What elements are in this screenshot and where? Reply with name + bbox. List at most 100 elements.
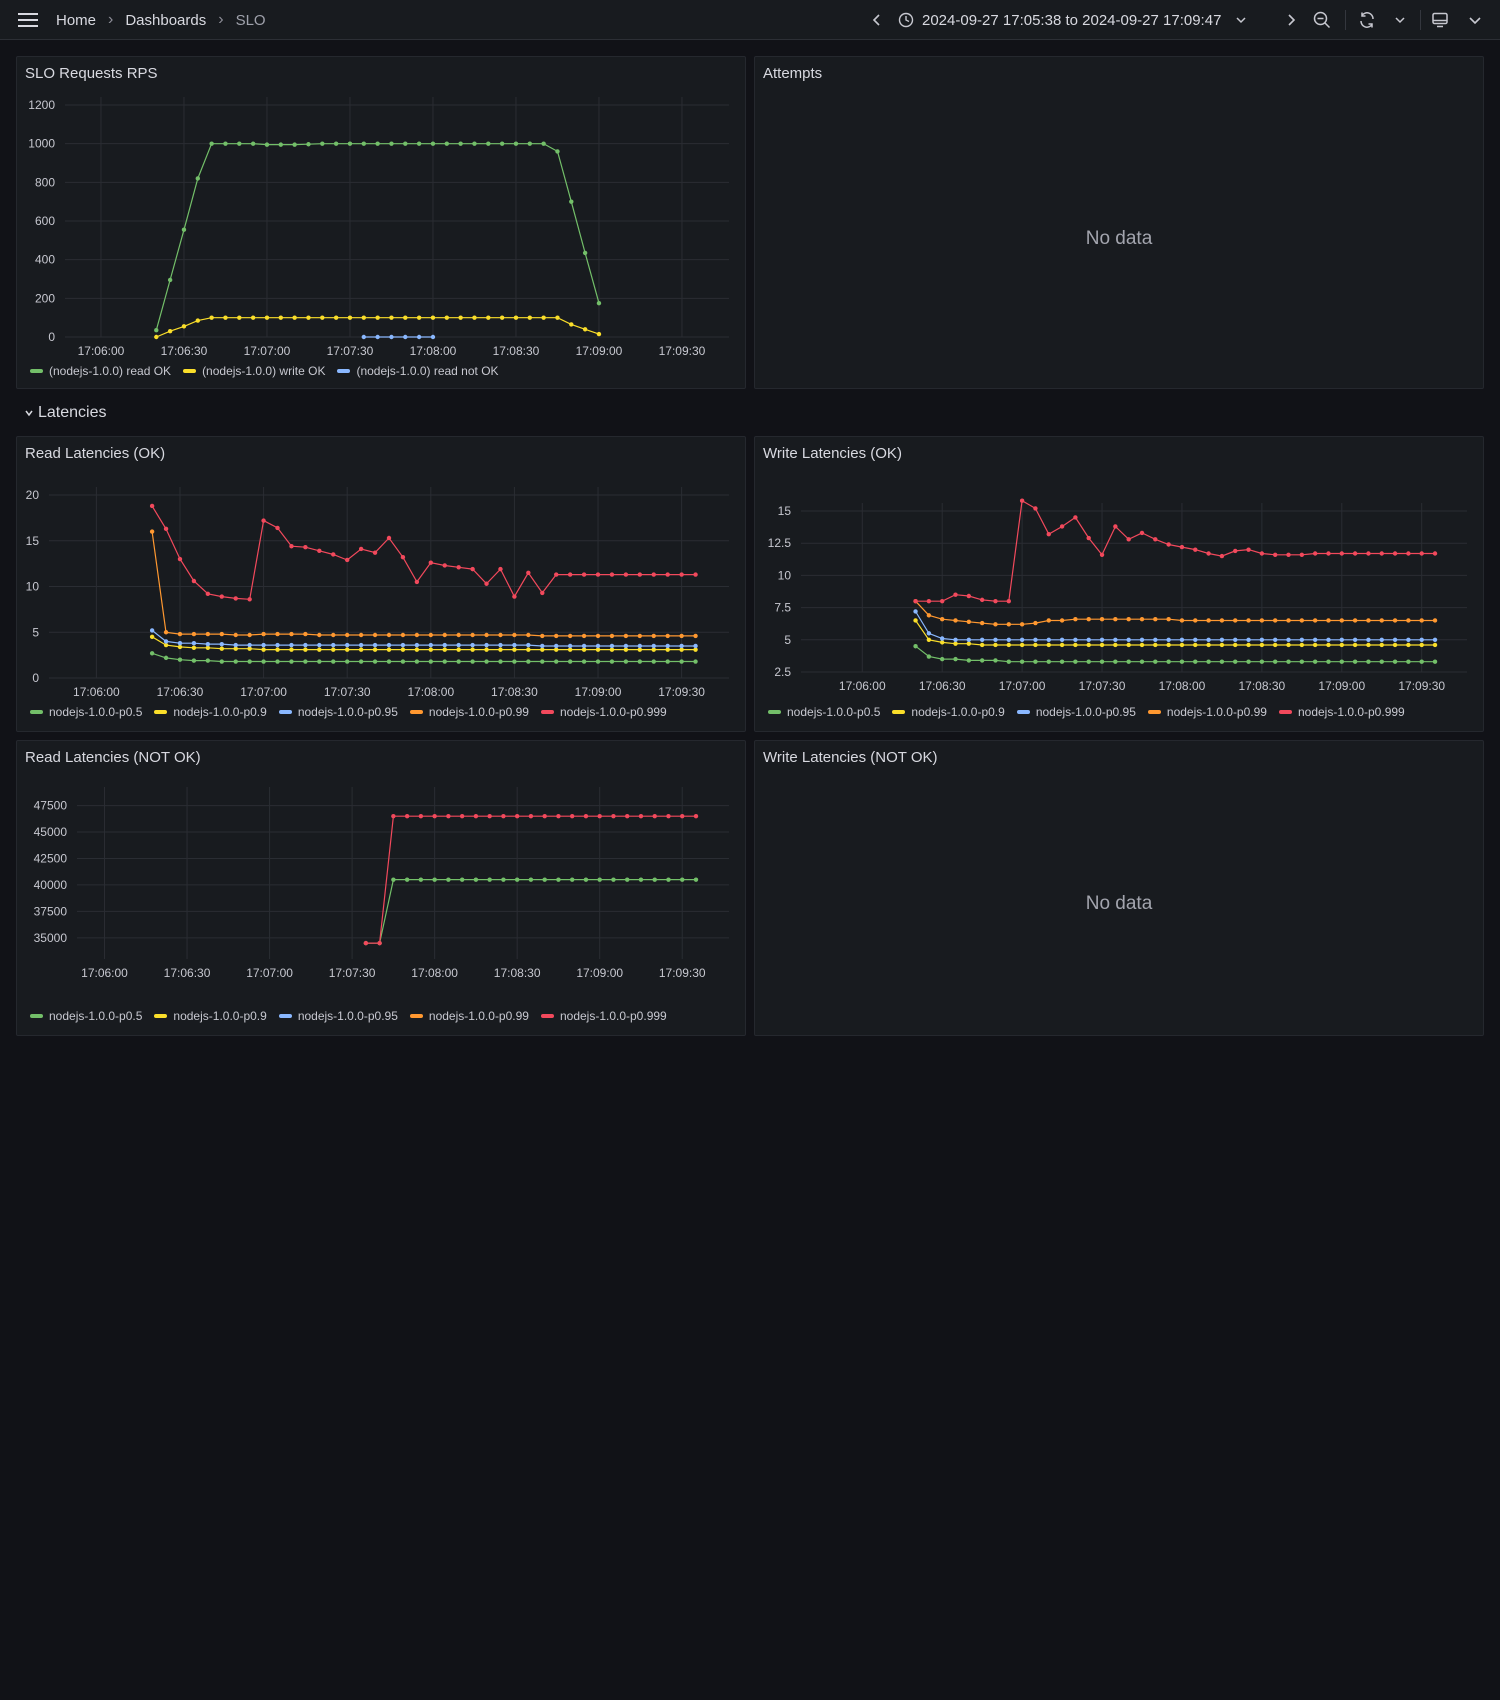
data-point-nodejs-1-0-0-p0-999 bbox=[261, 518, 266, 523]
data-point-nodejs-1-0-0-p0-9 bbox=[953, 641, 958, 646]
data-point-nodejs-1-0-0-p0-95 bbox=[1126, 637, 1131, 642]
data-point-nodejs-1-0-0-p0-95 bbox=[1366, 637, 1371, 642]
legend-item-nodejs-1-0-0-p0-99[interactable]: nodejs-1.0.0-p0.99 bbox=[409, 705, 529, 719]
legend-swatch bbox=[540, 710, 554, 714]
legend-item-nodejs-1-0-0-p0-5[interactable]: nodejs-1.0.0-p0.5 bbox=[30, 705, 142, 719]
data-point-nodejs-1-0-0-p0-999 bbox=[344, 557, 350, 563]
panel-slo-requests-rps: SLO Requests RPS 0 200 400 600 800 1000 1200 17… bbox=[16, 56, 746, 389]
divider bbox=[1345, 10, 1346, 30]
data-point-nodejs-1-0-0-p0-99 bbox=[595, 633, 601, 639]
view-mode-button[interactable] bbox=[1431, 0, 1449, 40]
time-range-forward-button[interactable] bbox=[1284, 0, 1298, 40]
data-point-nodejs-1-0-0-p0-99 bbox=[1166, 616, 1171, 622]
data-point-nodejs-1-0-0-p0-5 bbox=[1019, 659, 1025, 664]
data-point-nodejs-1-0-0-p0-99 bbox=[1139, 616, 1145, 622]
data-point-nodejs-1-0-0-p0-99 bbox=[149, 529, 155, 534]
panel-title[interactable]: Attempts bbox=[763, 65, 822, 82]
data-point-nodejs-1-0-0-read-not-ok bbox=[361, 334, 366, 340]
data-point-nodejs-1-0-0-p0-999 bbox=[979, 597, 985, 603]
legend: nodejs-1.0.0-p0.5 nodejs-1.0.0-p0.9 nodejs… bbox=[30, 1009, 667, 1023]
panel-title[interactable]: Write Latencies (NOT OK) bbox=[763, 749, 938, 766]
breadcrumb-home[interactable]: Home bbox=[56, 12, 96, 29]
time-range-picker[interactable]: 2024-09-27 17:05:38 to 2024-09-27 17:09:… bbox=[898, 0, 1247, 40]
legend-item-nodejs-1-0-0-p0-95[interactable]: nodejs-1.0.0-p0.95 bbox=[1016, 705, 1136, 719]
data-point-nodejs-1-0-0-p0-5 bbox=[1113, 659, 1118, 664]
data-point-nodejs-1-0-0-p0-99 bbox=[1006, 622, 1011, 627]
data-point-nodejs-1-0-0-p0-5 bbox=[303, 659, 308, 664]
data-point-nodejs-1-0-0-p0-99 bbox=[1246, 618, 1251, 623]
data-point-nodejs-1-0-0-p0-95 bbox=[512, 642, 517, 648]
data-point-nodejs-1-0-0-p0-95 bbox=[303, 642, 308, 648]
data-point-nodejs-1-0-0-p0-5 bbox=[979, 658, 985, 663]
legend-item-nodejs-1-0-0-p0-95[interactable]: nodejs-1.0.0-p0.95 bbox=[278, 705, 398, 719]
y-tick-label: 5 bbox=[32, 625, 39, 639]
legend-item-nodejs-1-0-0-write-ok[interactable]: (nodejs-1.0.0) write OK bbox=[183, 364, 325, 378]
zoom-out-button[interactable] bbox=[1313, 0, 1331, 40]
view-mode-dropdown[interactable] bbox=[1468, 0, 1482, 40]
breadcrumb-dashboards[interactable]: Dashboards bbox=[125, 12, 206, 29]
data-point-nodejs-1-0-0-p0-9 bbox=[191, 645, 197, 651]
legend-item-nodejs-1-0-0-p0-99[interactable]: nodejs-1.0.0-p0.99 bbox=[1147, 705, 1267, 719]
legend-swatch bbox=[540, 1014, 554, 1018]
refresh-button[interactable] bbox=[1358, 0, 1376, 40]
data-point-nodejs-1-0-0-p0-9 bbox=[428, 647, 434, 652]
legend-item-nodejs-1-0-0-p0-999[interactable]: nodejs-1.0.0-p0.999 bbox=[540, 1009, 667, 1023]
legend-item-nodejs-1-0-0-p0-9[interactable]: nodejs-1.0.0-p0.9 bbox=[154, 705, 267, 719]
legend-item-nodejs-1-0-0-p0-9[interactable]: nodejs-1.0.0-p0.9 bbox=[892, 705, 1005, 719]
data-point-nodejs-1-0-0-p0-5 bbox=[1419, 659, 1424, 664]
data-point-nodejs-1-0-0-p0-5 bbox=[205, 658, 211, 663]
legend-item-nodejs-1-0-0-p0-999[interactable]: nodejs-1.0.0-p0.999 bbox=[1278, 705, 1405, 719]
data-point-nodejs-1-0-0-p0-5 bbox=[149, 651, 155, 656]
data-point-nodejs-1-0-0-p0-95 bbox=[665, 643, 670, 649]
legend-item-nodejs-1-0-0-p0-95[interactable]: nodejs-1.0.0-p0.95 bbox=[278, 1009, 398, 1023]
data-point-nodejs-1-0-0-p0-999 bbox=[303, 544, 308, 550]
data-point-nodejs-1-0-0-p0-99 bbox=[623, 633, 629, 639]
data-point-nodejs-1-0-0-p0-5 bbox=[1179, 659, 1185, 664]
data-point-nodejs-1-0-0-p0-99 bbox=[609, 633, 615, 639]
data-point-nodejs-1-0-0-p0-5 bbox=[1352, 659, 1358, 664]
legend-item-nodejs-1-0-0-read-not-ok[interactable]: (nodejs-1.0.0) read not OK bbox=[337, 364, 499, 378]
data-point-nodejs-1-0-0-p0-999 bbox=[1233, 548, 1238, 554]
chart-read-latencies-not-ok: 35000 37500 40000 42500 45000 47500 17:06:00 17… bbox=[34, 787, 729, 980]
data-point-nodejs-1-0-0-write-ok bbox=[403, 315, 408, 320]
data-point-nodejs-1-0-0-p0-95 bbox=[1419, 637, 1424, 642]
data-point-nodejs-1-0-0-p0-99 bbox=[414, 632, 420, 638]
legend-item-nodejs-1-0-0-p0-999[interactable]: nodejs-1.0.0-p0.999 bbox=[540, 705, 667, 719]
y-tick-label: 35000 bbox=[34, 931, 68, 945]
refresh-interval-button[interactable] bbox=[1394, 0, 1406, 40]
legend-item-nodejs-1-0-0-p0-5[interactable]: nodejs-1.0.0-p0.5 bbox=[30, 1009, 142, 1023]
data-point-nodejs-1-0-0-p0-5 bbox=[693, 659, 698, 664]
y-tick-label: 1200 bbox=[28, 98, 55, 112]
data-point-nodejs-1-0-0-p0-95 bbox=[1086, 637, 1091, 642]
data-point-nodejs-1-0-0-p0-999 bbox=[1339, 551, 1344, 556]
row-header-latencies[interactable]: Latencies bbox=[24, 402, 107, 424]
data-point-nodejs-1-0-0-p0-5 bbox=[665, 659, 670, 664]
data-point-nodejs-1-0-0-p0-9 bbox=[1312, 642, 1318, 648]
legend-swatch bbox=[278, 710, 292, 714]
data-point-nodejs-1-0-0-p0-999 bbox=[581, 572, 587, 577]
data-point-nodejs-1-0-0-p0-95 bbox=[1099, 637, 1105, 642]
data-point-nodejs-1-0-0-p0-95 bbox=[1219, 637, 1225, 642]
time-range-back-button[interactable] bbox=[870, 0, 884, 40]
data-point-nodejs-1-0-0-p0-5 bbox=[1006, 659, 1011, 664]
data-point-nodejs-1-0-0-p0-5 bbox=[1046, 659, 1051, 664]
data-point-nodejs-1-0-0-p0-999 bbox=[1392, 551, 1398, 556]
data-point-nodejs-1-0-0-p0-95 bbox=[344, 642, 350, 648]
data-point-nodejs-1-0-0-p0-5 bbox=[233, 659, 238, 664]
data-point-nodejs-1-0-0-p0-5 bbox=[966, 658, 972, 663]
data-point-nodejs-1-0-0-p0-99 bbox=[1126, 616, 1131, 622]
data-point-nodejs-1-0-0-p0-5 bbox=[400, 659, 406, 664]
data-point-nodejs-1-0-0-p0-99 bbox=[512, 632, 517, 638]
legend-item-nodejs-1-0-0-p0-99[interactable]: nodejs-1.0.0-p0.99 bbox=[409, 1009, 529, 1023]
menu-button[interactable] bbox=[18, 0, 38, 40]
data-point-nodejs-1-0-0-p0-99 bbox=[498, 632, 503, 638]
data-point-nodejs-1-0-0-p0-9 bbox=[1286, 642, 1291, 648]
x-tick-label: 17:08:00 bbox=[1159, 679, 1206, 693]
legend-item-nodejs-1-0-0-read-ok[interactable]: (nodejs-1.0.0) read OK bbox=[30, 364, 171, 378]
data-point-nodejs-1-0-0-p0-999 bbox=[275, 525, 280, 531]
data-point-nodejs-1-0-0-p0-5 bbox=[1406, 659, 1411, 664]
legend-item-nodejs-1-0-0-p0-5[interactable]: nodejs-1.0.0-p0.5 bbox=[768, 705, 880, 719]
data-point-nodejs-1-0-0-p0-5 bbox=[428, 659, 434, 664]
legend-item-nodejs-1-0-0-p0-9[interactable]: nodejs-1.0.0-p0.9 bbox=[154, 1009, 267, 1023]
data-point-nodejs-1-0-0-p0-95 bbox=[526, 642, 531, 648]
